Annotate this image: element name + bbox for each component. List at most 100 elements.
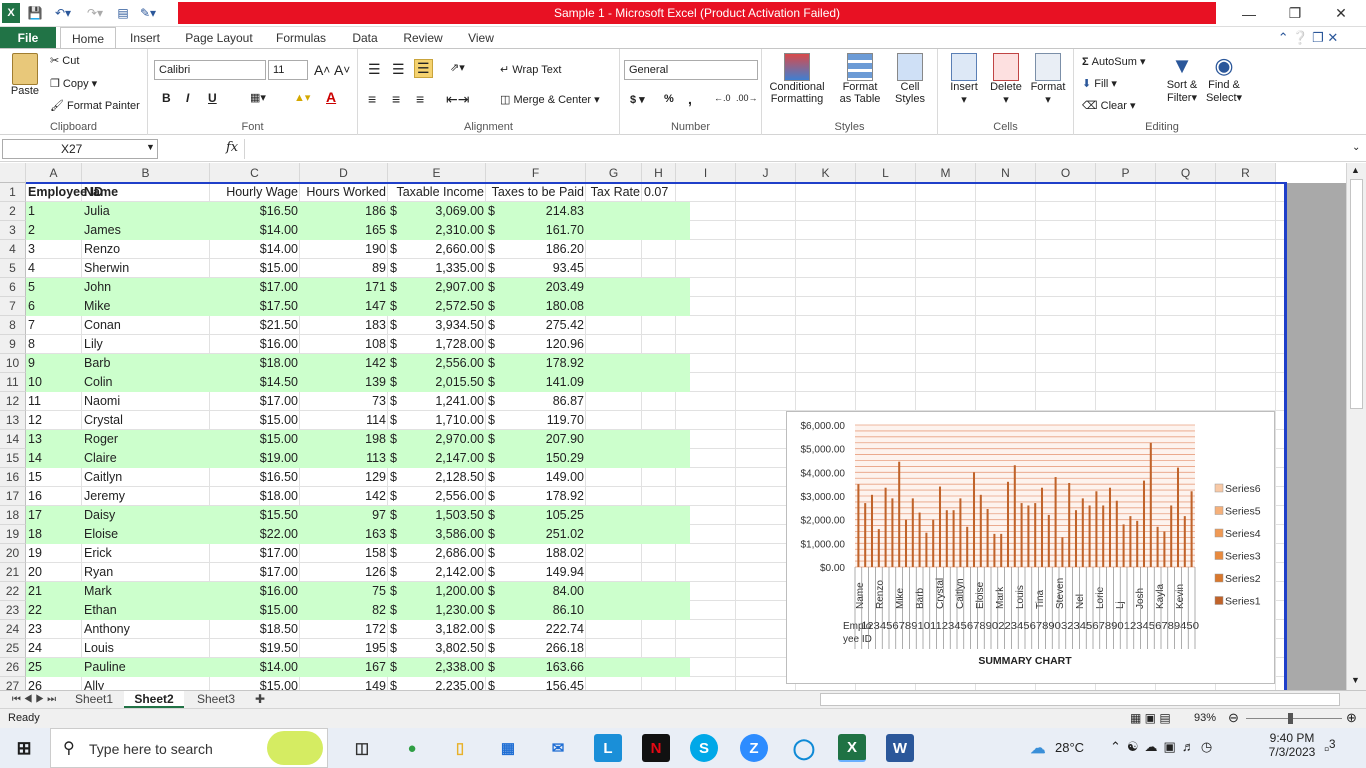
employee-id-cell[interactable]: 20 [26,563,82,582]
find-select-button[interactable]: ◉ Find & Select▾ [1202,53,1246,104]
hourly-wage-cell[interactable]: $16.00 [210,582,300,601]
cell-styles-button[interactable]: Cell Styles [888,53,932,105]
tab-home[interactable]: Home [60,27,116,50]
taxable-income-cell[interactable]: 2,556.00 [400,487,486,506]
fill-color-icon[interactable]: ▲▾ [294,91,310,104]
header-name[interactable]: Name [82,183,210,202]
taxes-to-be-paid-cell[interactable]: 186.20 [498,240,586,259]
row-header[interactable]: 5 [0,259,26,278]
percent-button[interactable]: % [664,93,674,105]
name-cell[interactable]: Claire [82,449,210,468]
taxes-to-be-paid-cell[interactable]: 84.00 [498,582,586,601]
hourly-wage-cell[interactable]: $22.00 [210,525,300,544]
font-size-select[interactable]: 11 [268,60,308,80]
taxes-to-be-paid-cell[interactable]: 251.02 [498,525,586,544]
hourly-wage-cell[interactable]: $18.50 [210,620,300,639]
hours-worked-cell[interactable]: 82 [300,601,388,620]
align-top-icon[interactable]: ☰ [368,61,381,78]
name-cell[interactable]: Pauline [82,658,210,677]
taxes-to-be-paid-cell[interactable]: 161.70 [498,221,586,240]
tab-view[interactable]: View [460,27,502,49]
employee-id-cell[interactable]: 4 [26,259,82,278]
increase-decimal-icon[interactable]: ←.0 [714,93,731,103]
hourly-wage-cell[interactable]: $17.00 [210,563,300,582]
name-box-dropdown-icon[interactable]: ▼ [146,142,155,152]
taxable-income-cell[interactable]: 2,128.50 [400,468,486,487]
name-cell[interactable]: James [82,221,210,240]
select-all-corner[interactable] [0,163,26,183]
hours-worked-cell[interactable]: 198 [300,430,388,449]
zoom-in-icon[interactable]: ⊕ [1346,710,1357,726]
employee-id-cell[interactable]: 1 [26,202,82,221]
hourly-wage-cell[interactable]: $16.50 [210,468,300,487]
align-left-icon[interactable]: ≡ [368,91,376,107]
formula-input[interactable] [244,139,1350,159]
row-header[interactable]: 3 [0,221,26,240]
hours-worked-cell[interactable]: 165 [300,221,388,240]
employee-id-cell[interactable]: 9 [26,354,82,373]
hours-worked-cell[interactable]: 113 [300,449,388,468]
employee-id-cell[interactable]: 7 [26,316,82,335]
clear-button[interactable]: ⌫ Clear ▾ [1082,99,1136,113]
zoom-out-icon[interactable]: ⊖ [1228,710,1239,726]
row-header[interactable]: 24 [0,620,26,639]
row-header[interactable]: 6 [0,278,26,297]
employee-id-cell[interactable]: 21 [26,582,82,601]
hours-worked-cell[interactable]: 139 [300,373,388,392]
tab-sheet2[interactable]: Sheet2 [124,691,184,708]
taxable-income-cell[interactable]: 3,182.00 [400,620,486,639]
hours-worked-cell[interactable]: 147 [300,297,388,316]
taxes-to-be-paid-cell[interactable]: 86.87 [498,392,586,411]
hours-worked-cell[interactable]: 171 [300,278,388,297]
restore-icon[interactable]: ❐ [1272,0,1318,27]
indent-icon[interactable]: ⇤⇥ [446,91,469,108]
taxes-to-be-paid-cell[interactable]: 119.70 [498,411,586,430]
taxable-income-cell[interactable]: 1,241.00 [400,392,486,411]
employee-id-cell[interactable]: 8 [26,335,82,354]
employee-id-cell[interactable]: 18 [26,525,82,544]
conditional-formatting-button[interactable]: Conditional Formatting [768,53,826,105]
row-header[interactable]: 17 [0,487,26,506]
tab-insert[interactable]: Insert [122,27,168,49]
grow-font-icon[interactable]: A ˄ A ˅ [314,62,350,78]
column-header[interactable]: H [642,163,676,183]
function-icon[interactable]: fx [226,140,238,155]
hourly-wage-cell[interactable]: $17.00 [210,392,300,411]
bold-button[interactable]: B [162,91,171,105]
row-header[interactable]: 13 [0,411,26,430]
format-cells-button[interactable]: Format ▾ [1028,53,1068,106]
sheet-nav-icons[interactable]: ⏮ ◀ ▶ ⏭ [4,691,64,708]
taxable-income-cell[interactable]: 3,069.00 [400,202,486,221]
taxable-income-cell[interactable]: 2,015.50 [400,373,486,392]
column-header[interactable]: O [1036,163,1096,183]
system-tray-icons[interactable]: ⌃☯☁▣♬◷ [1110,739,1218,755]
hours-worked-cell[interactable]: 75 [300,582,388,601]
hours-worked-cell[interactable]: 142 [300,487,388,506]
help-icons[interactable]: ⌃ ❔ ❐ ✕ [1258,27,1358,49]
row-header[interactable]: 1 [0,183,26,202]
column-header[interactable]: Q [1156,163,1216,183]
column-header[interactable]: A [26,163,82,183]
name-cell[interactable]: Mike [82,297,210,316]
employee-id-cell[interactable]: 5 [26,278,82,297]
name-cell[interactable]: Renzo [82,240,210,259]
row-header[interactable]: 12 [0,392,26,411]
employee-id-cell[interactable]: 24 [26,639,82,658]
name-cell[interactable]: Mark [82,582,210,601]
name-cell[interactable]: Jeremy [82,487,210,506]
hourly-wage-cell[interactable]: $14.00 [210,658,300,677]
column-header[interactable]: F [486,163,586,183]
hourly-wage-cell[interactable]: $21.50 [210,316,300,335]
hourly-wage-cell[interactable]: $16.00 [210,335,300,354]
column-header[interactable]: J [736,163,796,183]
vertical-scrollbar[interactable]: ▲ ▼ [1346,163,1366,690]
taxable-income-cell[interactable]: 2,147.00 [400,449,486,468]
name-cell[interactable]: Anthony [82,620,210,639]
hourly-wage-cell[interactable]: $16.50 [210,202,300,221]
taxable-income-cell[interactable]: 2,142.00 [400,563,486,582]
task-view-icon[interactable]: ◫ [348,734,376,762]
save-icon[interactable]: 💾 [26,3,44,23]
hourly-wage-cell[interactable]: $14.50 [210,373,300,392]
taxes-to-be-paid-cell[interactable]: 150.29 [498,449,586,468]
column-header[interactable]: L [856,163,916,183]
